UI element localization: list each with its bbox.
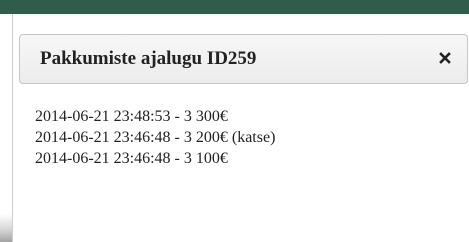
bid-history-item: 2014-06-21 23:46:48 - 3 100€ bbox=[35, 150, 228, 167]
bid-history-item: 2014-06-21 23:46:48 - 3 200€ (katse) bbox=[35, 129, 276, 146]
bid-history-item: 2014-06-21 23:48:53 - 3 300€ bbox=[35, 108, 228, 125]
background-window-strip bbox=[0, 0, 469, 14]
background-window-edge bbox=[0, 14, 12, 242]
dialog-titlebar[interactable]: Pakkumiste ajalugu ID259 bbox=[19, 34, 468, 84]
bid-history-dialog: Pakkumiste ajalugu ID259 2014-06-21 23:4… bbox=[12, 14, 469, 242]
dialog-title: Pakkumiste ajalugu ID259 bbox=[40, 48, 257, 69]
close-button[interactable] bbox=[433, 46, 457, 70]
close-icon bbox=[439, 52, 451, 64]
bid-history-list: 2014-06-21 23:48:53 - 3 300€ 2014-06-21 … bbox=[35, 106, 275, 169]
